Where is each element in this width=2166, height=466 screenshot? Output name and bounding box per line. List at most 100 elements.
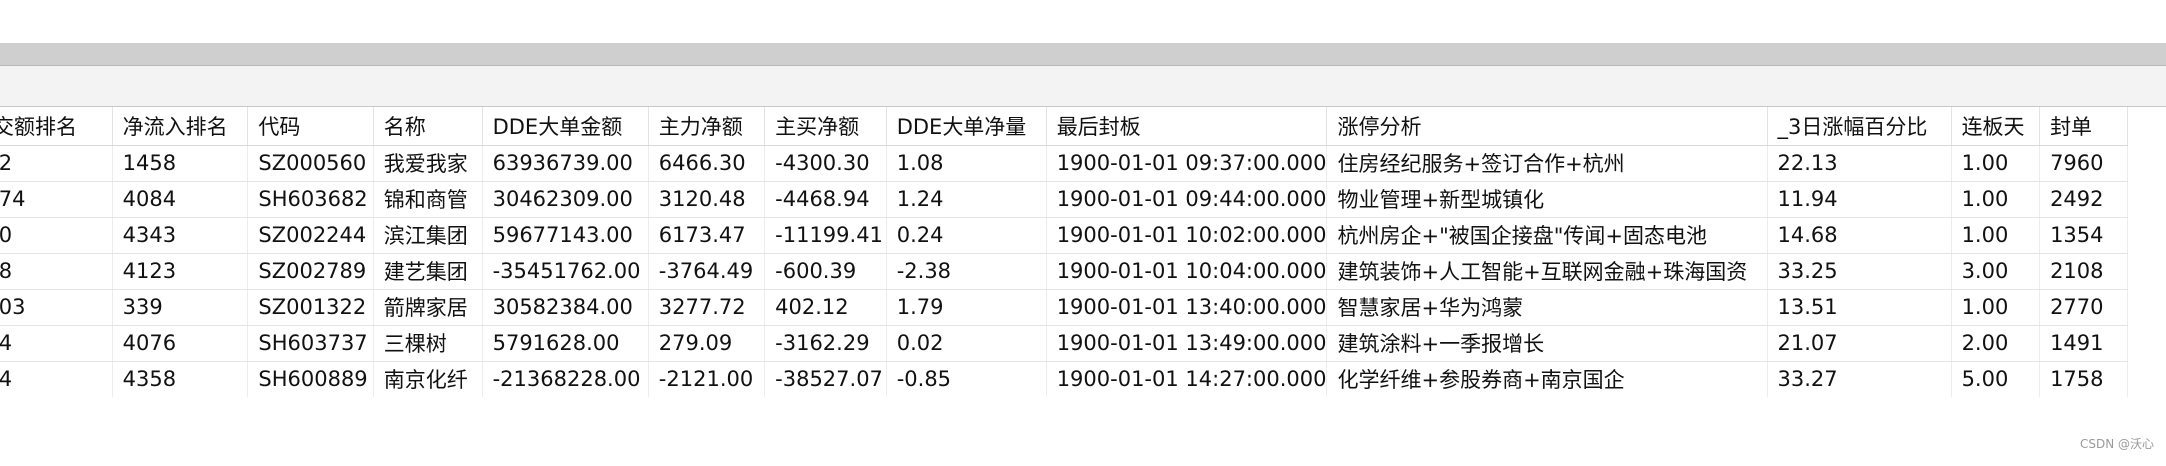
cell-limit-up-analysis: 建筑装饰+人工智能+互联网金融+珠海国资: [1326, 253, 1768, 290]
cell-last-limit-up: 1900-01-01 10:04:00.000: [1046, 253, 1328, 290]
cell-code: SZ001322: [247, 289, 374, 326]
cell-3day-gain-pct: 13.51: [1767, 289, 1952, 326]
stock-data-grid: 成交额排名 净流入排名 代码 名称 DDE大单金额 主力净额 主买净额 DDE大…: [0, 107, 2128, 397]
cell-main-net: -2121.00: [648, 361, 766, 397]
header-row: 成交额排名 净流入排名 代码 名称 DDE大单金额 主力净额 主买净额 DDE大…: [0, 107, 2128, 146]
cell-main-buy-net: -38527.07: [764, 361, 887, 397]
cell-seal-order: 7960: [2039, 145, 2128, 182]
cell-main-buy-net: 402.12: [764, 289, 887, 326]
table-row[interactable]: 100 4343 SZ002244 滨江集团 59677143.00 6173.…: [0, 217, 2128, 254]
column-header-name[interactable]: 名称: [373, 107, 483, 146]
cell-seal-order: 1758: [2039, 361, 2128, 397]
cell-name: 建艺集团: [373, 253, 483, 290]
column-header-3day-gain-pct[interactable]: _3日涨幅百分比: [1767, 107, 1952, 146]
cell-net-inflow-rank: 4084: [112, 181, 249, 218]
cell-dde-large-net-volume: 1.08: [886, 145, 1047, 182]
cell-name: 三棵树: [373, 325, 483, 362]
cell-3day-gain-pct: 33.27: [1767, 361, 1952, 397]
cell-dde-large-amount: 30582384.00: [482, 289, 649, 326]
cell-seal-order: 1491: [2039, 325, 2128, 362]
cell-name: 锦和商管: [373, 181, 483, 218]
cell-net-inflow-rank: 1458: [112, 145, 249, 182]
cell-main-net: 3120.48: [648, 181, 766, 218]
cell-net-inflow-rank: 4343: [112, 217, 249, 254]
cell-last-limit-up: 1900-01-01 09:44:00.000: [1046, 181, 1328, 218]
cell-dde-large-amount: 63936739.00: [482, 145, 649, 182]
table-row[interactable]: 1874 4084 SH603682 锦和商管 30462309.00 3120…: [0, 181, 2128, 218]
cell-dde-large-amount: -35451762.00: [482, 253, 649, 290]
cell-dde-large-net-volume: 0.24: [886, 217, 1047, 254]
column-header-turnover-rank[interactable]: 成交额排名: [0, 107, 113, 146]
window-header-bar: [0, 43, 2166, 66]
cell-last-limit-up: 1900-01-01 13:40:00.000: [1046, 289, 1328, 326]
app-window: 成交额排名 净流入排名 代码 名称 DDE大单金额 主力净额 主买净额 DDE大…: [0, 0, 2166, 466]
cell-last-limit-up: 1900-01-01 09:37:00.000: [1046, 145, 1328, 182]
cell-seal-order: 1354: [2039, 217, 2128, 254]
cell-main-buy-net: -4468.94: [764, 181, 887, 218]
column-header-consecutive-days[interactable]: 连板天: [1951, 107, 2041, 146]
cell-name: 南京化纤: [373, 361, 483, 397]
cell-consecutive-days: 2.00: [1951, 325, 2041, 362]
cell-limit-up-analysis: 建筑涂料+一季报增长: [1326, 325, 1768, 362]
cell-code: SH603737: [247, 325, 374, 362]
cell-limit-up-analysis: 杭州房企+"被国企接盘"传闻+固态电池: [1326, 217, 1768, 254]
cell-main-buy-net: -4300.30: [764, 145, 887, 182]
table-row[interactable]: 364 4358 SH600889 南京化纤 -21368228.00 -212…: [0, 361, 2128, 397]
column-header-dde-large-net-volume[interactable]: DDE大单净量: [886, 107, 1047, 146]
cell-dde-large-amount: 30462309.00: [482, 181, 649, 218]
cell-name: 滨江集团: [373, 217, 483, 254]
column-header-dde-large-amount[interactable]: DDE大单金额: [482, 107, 649, 146]
cell-code: SZ000560: [247, 145, 374, 182]
column-header-main-net[interactable]: 主力净额: [648, 107, 766, 146]
cell-dde-large-net-volume: -0.85: [886, 361, 1047, 397]
cell-net-inflow-rank: 4358: [112, 361, 249, 397]
cell-limit-up-analysis: 住房经纪服务+签订合作+杭州: [1326, 145, 1768, 182]
cell-dde-large-amount: 59677143.00: [482, 217, 649, 254]
cell-last-limit-up: 1900-01-01 13:49:00.000: [1046, 325, 1328, 362]
column-header-net-inflow-rank[interactable]: 净流入排名: [112, 107, 249, 146]
column-header-seal-order[interactable]: 封单: [2039, 107, 2128, 146]
cell-last-limit-up: 1900-01-01 10:02:00.000: [1046, 217, 1328, 254]
cell-code: SH603682: [247, 181, 374, 218]
cell-turnover-rank: 264: [0, 325, 113, 362]
column-header-main-buy-net[interactable]: 主买净额: [764, 107, 887, 146]
table-row[interactable]: 1603 339 SZ001322 箭牌家居 30582384.00 3277.…: [0, 289, 2128, 326]
cell-limit-up-analysis: 物业管理+新型城镇化: [1326, 181, 1768, 218]
cell-main-net: 3277.72: [648, 289, 766, 326]
cell-turnover-rank: 364: [0, 361, 113, 397]
data-grid-viewport[interactable]: 成交额排名 净流入排名 代码 名称 DDE大单金额 主力净额 主买净额 DDE大…: [0, 107, 2166, 397]
cell-name: 箭牌家居: [373, 289, 483, 326]
toolbar: [0, 66, 2166, 107]
cell-code: SH600889: [247, 361, 374, 397]
cell-dde-large-amount: -21368228.00: [482, 361, 649, 397]
cell-dde-large-net-volume: 1.24: [886, 181, 1047, 218]
cell-code: SZ002244: [247, 217, 374, 254]
cell-dde-large-net-volume: -2.38: [886, 253, 1047, 290]
cell-3day-gain-pct: 14.68: [1767, 217, 1952, 254]
cell-main-net: 279.09: [648, 325, 766, 362]
cell-name: 我爱我家: [373, 145, 483, 182]
watermark: CSDN @沃心: [2079, 437, 2154, 451]
cell-main-net: 6466.30: [648, 145, 766, 182]
cell-turnover-rank: 100: [0, 217, 113, 254]
cell-seal-order: 2108: [2039, 253, 2128, 290]
table-row[interactable]: 322 1458 SZ000560 我爱我家 63936739.00 6466.…: [0, 145, 2128, 182]
cell-net-inflow-rank: 339: [112, 289, 249, 326]
cell-3day-gain-pct: 21.07: [1767, 325, 1952, 362]
cell-main-buy-net: -600.39: [764, 253, 887, 290]
column-header-limit-up-analysis[interactable]: 涨停分析: [1326, 107, 1768, 146]
cell-main-buy-net: -3162.29: [764, 325, 887, 362]
table-row[interactable]: 264 4076 SH603737 三棵树 5791628.00 279.09 …: [0, 325, 2128, 362]
column-header-last-limit-up[interactable]: 最后封板: [1046, 107, 1328, 146]
cell-limit-up-analysis: 化学纤维+参股券商+南京国企: [1326, 361, 1768, 397]
cell-dde-large-net-volume: 0.02: [886, 325, 1047, 362]
cell-main-net: -3764.49: [648, 253, 766, 290]
cell-seal-order: 2770: [2039, 289, 2128, 326]
cell-seal-order: 2492: [2039, 181, 2128, 218]
cell-consecutive-days: 1.00: [1951, 145, 2041, 182]
column-header-code[interactable]: 代码: [247, 107, 374, 146]
cell-3day-gain-pct: 11.94: [1767, 181, 1952, 218]
cell-turnover-rank: 1603: [0, 289, 113, 326]
cell-consecutive-days: 1.00: [1951, 217, 2041, 254]
table-row[interactable]: 848 4123 SZ002789 建艺集团 -35451762.00 -376…: [0, 253, 2128, 290]
